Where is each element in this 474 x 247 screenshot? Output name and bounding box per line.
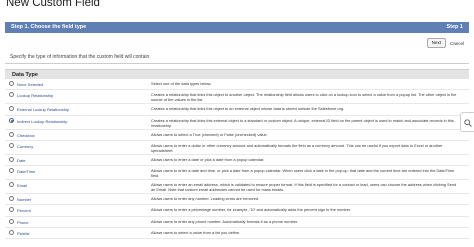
zoom-button[interactable] [460, 112, 474, 132]
field-type-description: Allows users to enter a percentage numbe… [151, 207, 352, 213]
radio-button[interactable] [9, 106, 14, 112]
field-type-label[interactable]: Email [17, 183, 27, 188]
field-type-description: Allows users to enter a date or pick a d… [151, 156, 265, 162]
field-type-label[interactable]: Indirect Lookup Relationship [17, 119, 67, 124]
field-type-label[interactable]: Number [17, 197, 31, 202]
field-type-description: Creates a relationship that links this e… [151, 117, 454, 128]
field-type-description: Allows users to enter an email address, … [151, 182, 457, 193]
field-type-label[interactable]: Percent [17, 208, 31, 213]
field-type-row[interactable]: Checkbox Allows users to select a True (… [5, 130, 469, 141]
field-type-row[interactable]: None Selected Select one of the data typ… [5, 79, 469, 91]
radio-button[interactable] [9, 230, 14, 236]
field-type-row[interactable]: External Lookup Relationship Creates a r… [5, 104, 469, 116]
field-type-row[interactable]: Date Allows users to enter a date or pic… [5, 155, 469, 167]
field-type-description: Allows users to select a value from a li… [151, 230, 241, 236]
step-title: Step 1. Choose the field type [11, 24, 87, 30]
field-type-description: Creates a relationship that links this o… [151, 92, 457, 103]
instructions-text: Specify the type of information that the… [10, 54, 151, 60]
field-type-row[interactable]: Indirect Lookup Relationship Creates a r… [5, 116, 469, 130]
field-type-row[interactable]: Lookup Relationship Creates a relationsh… [5, 90, 469, 105]
step-count: Step 1 [446, 24, 463, 30]
field-type-row[interactable]: Currency Allows users to enter a dollar … [5, 141, 469, 155]
field-type-label[interactable]: Date/Time [17, 169, 35, 174]
radio-button[interactable] [9, 196, 14, 202]
radio-button[interactable] [9, 81, 14, 86]
field-type-label[interactable]: Picklist [17, 231, 29, 236]
radio-button-selected[interactable] [9, 117, 14, 123]
field-type-list: None Selected Select one of the data typ… [5, 79, 469, 240]
field-type-description: Allows users to enter any phone number. … [151, 218, 299, 224]
page-title: New Custom Field [6, 0, 100, 9]
field-type-label[interactable]: Date [17, 158, 25, 163]
field-type-description: Select one of the data types below. [151, 81, 212, 86]
field-type-label[interactable]: Lookup Relationship [17, 93, 53, 98]
field-type-description: Allows users to select a True (checked) … [151, 131, 268, 137]
radio-button[interactable] [9, 168, 14, 174]
field-type-label[interactable]: Currency [17, 144, 33, 149]
next-button[interactable]: Next [426, 38, 446, 48]
field-type-description: Allows users to enter a date and time, o… [151, 168, 455, 179]
field-type-row[interactable]: Percent Allows users to enter a percenta… [5, 205, 469, 217]
field-type-row[interactable]: Phone Allows users to enter any phone nu… [5, 217, 469, 229]
radio-button[interactable] [9, 156, 14, 162]
field-type-description: Allows users to enter any number. Leadin… [151, 196, 260, 202]
radio-button[interactable] [9, 207, 14, 213]
radio-button[interactable] [9, 218, 14, 224]
radio-button[interactable] [9, 131, 14, 137]
radio-button[interactable] [9, 92, 14, 98]
field-type-row[interactable]: Number Allows users to enter any number.… [5, 194, 469, 206]
field-type-label[interactable]: Checkbox [17, 133, 35, 138]
divider [5, 63, 469, 64]
field-type-description: Creates a relationship that links this o… [151, 106, 345, 112]
wizard-nav: Next Cancel [426, 38, 464, 48]
field-type-row[interactable]: Email Allows users to enter an email add… [5, 180, 469, 195]
field-type-label[interactable]: None Selected [17, 82, 43, 87]
radio-button[interactable] [9, 182, 14, 188]
field-type-label[interactable]: Phone [17, 220, 29, 225]
section-title: Data Type [12, 71, 38, 78]
cancel-link[interactable]: Cancel [450, 41, 464, 46]
step-header: Step 1. Choose the field type Step 1 [5, 22, 469, 33]
field-type-label[interactable]: External Lookup Relationship [17, 107, 69, 112]
field-type-description: Allows users to enter a dollar or other … [151, 142, 443, 153]
field-type-row[interactable]: Picklist Allows users to select a value … [5, 228, 469, 240]
section-header-data-type: Data Type [5, 69, 469, 79]
search-icon [464, 119, 472, 127]
field-type-row[interactable]: Date/Time Allows users to enter a date a… [5, 166, 469, 181]
radio-button[interactable] [9, 142, 14, 148]
